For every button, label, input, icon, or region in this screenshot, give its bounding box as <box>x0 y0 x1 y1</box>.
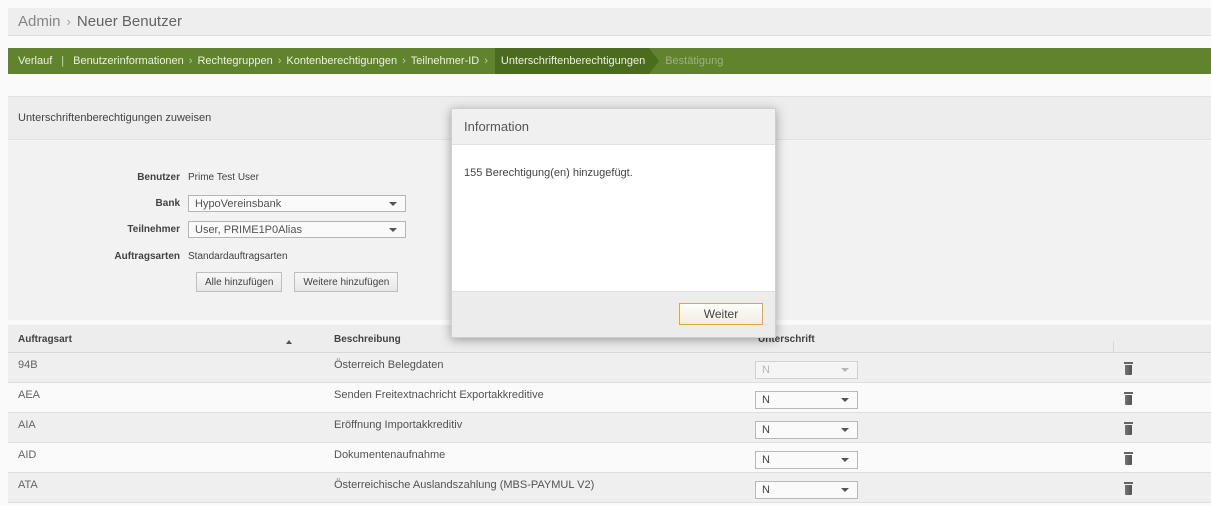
dialog-message: 155 Berechtigung(en) hinzugefügt. <box>464 167 633 179</box>
dialog-footer: Weiter <box>452 291 775 337</box>
dialog-title: Information <box>452 109 775 145</box>
information-dialog: Information 155 Berechtigung(en) hinzuge… <box>451 108 776 338</box>
continue-button[interactable]: Weiter <box>679 303 763 325</box>
